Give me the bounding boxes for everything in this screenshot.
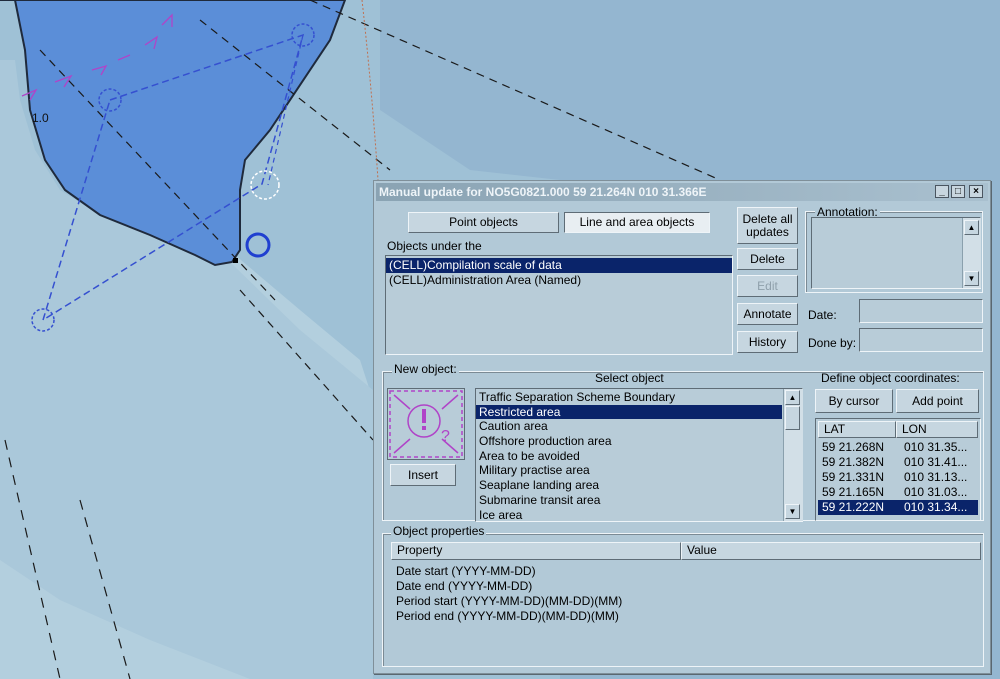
depth-label: 1.0 — [32, 111, 49, 125]
dialog-title: Manual update for NO5G0821.000 59 21.264… — [379, 185, 707, 199]
manual-update-dialog: Manual update for NO5G0821.000 59 21.264… — [373, 180, 991, 674]
annotation-textarea[interactable]: ▲ ▼ — [811, 217, 981, 289]
select-object-label: Select object — [595, 371, 664, 385]
object-under-item[interactable]: (CELL)Administration Area (Named) — [386, 273, 732, 288]
coordinate-row[interactable]: 59 21.331N 010 31.13... — [818, 470, 978, 485]
lat-cell: 59 21.222N — [822, 500, 885, 514]
property-row[interactable]: Date end (YYYY-MM-DD) — [396, 579, 532, 593]
property-row[interactable]: Date start (YYYY-MM-DD) — [396, 564, 536, 578]
object-type-items: Traffic Separation Scheme Boundary Restri… — [476, 389, 782, 522]
minimize-button[interactable]: _ — [935, 185, 949, 198]
insert-button[interactable]: Insert — [390, 464, 456, 486]
scroll-thumb[interactable] — [785, 406, 800, 430]
annotate-button[interactable]: Annotate — [737, 303, 798, 325]
define-coordinates-label: Define object coordinates: — [821, 371, 960, 385]
coordinate-row[interactable]: 59 21.165N 010 31.03... — [818, 485, 978, 500]
new-object-label: New object: — [392, 362, 459, 376]
object-type-item[interactable]: Military practise area — [476, 463, 782, 478]
delete-all-label: Delete all — [742, 211, 793, 226]
lon-cell: 010 31.13... — [904, 470, 968, 484]
object-type-item[interactable]: Offshore production area — [476, 434, 782, 449]
lon-cell: 010 31.34... — [904, 500, 968, 514]
date-field[interactable] — [859, 299, 983, 323]
object-type-item[interactable]: Ice area — [476, 508, 782, 523]
svg-text:?: ? — [441, 428, 450, 445]
object-list-scrollbar[interactable]: ▲ ▼ — [783, 389, 803, 521]
object-type-item[interactable]: Submarine transit area — [476, 493, 782, 508]
property-row[interactable]: Period start (YYYY-MM-DD)(MM-DD)(MM) — [396, 594, 622, 608]
objects-under-label: Objects under the — [387, 239, 482, 253]
lat-cell: 59 21.268N — [822, 440, 885, 454]
close-button[interactable]: × — [969, 185, 983, 198]
object-type-item[interactable]: Caution area — [476, 419, 782, 434]
point-objects-button[interactable]: Point objects — [408, 212, 559, 233]
object-type-item[interactable]: Seaplane landing area — [476, 478, 782, 493]
annotation-scrollbar[interactable]: ▲ ▼ — [962, 218, 981, 288]
coordinate-row[interactable]: 59 21.382N 010 31.41... — [818, 455, 978, 470]
object-preview: ? — [387, 388, 465, 460]
object-type-list[interactable]: Traffic Separation Scheme Boundary Restri… — [475, 388, 803, 522]
object-type-item[interactable]: Traffic Separation Scheme Boundary — [476, 390, 782, 405]
scroll-up-icon[interactable]: ▲ — [964, 220, 979, 235]
lat-cell: 59 21.331N — [822, 470, 885, 484]
coordinates-table[interactable]: LAT LON 59 21.268N 010 31.35... 59 21.382N… — [815, 418, 981, 521]
scroll-down-icon[interactable]: ▼ — [964, 271, 979, 286]
lat-cell: 59 21.382N — [822, 455, 885, 469]
object-under-item[interactable]: (CELL)Compilation scale of data — [386, 258, 732, 273]
edit-button[interactable]: Edit — [737, 275, 798, 297]
value-column-header[interactable]: Value — [681, 542, 981, 560]
object-properties-label: Object properties — [391, 524, 487, 538]
object-type-item[interactable]: Restricted area — [476, 404, 782, 420]
objects-under-items: (CELL)Compilation scale of data (CELL)Adm… — [386, 256, 732, 288]
delete-button[interactable]: Delete — [737, 248, 798, 270]
lon-cell: 010 31.35... — [904, 440, 968, 454]
scroll-down-icon[interactable]: ▼ — [785, 504, 800, 519]
line-area-objects-button[interactable]: Line and area objects — [564, 212, 710, 233]
lon-column-header[interactable]: LON — [896, 421, 978, 438]
done-by-field[interactable] — [859, 328, 983, 352]
property-column-header[interactable]: Property — [391, 542, 681, 560]
maximize-button[interactable]: □ — [951, 185, 965, 198]
objects-under-list[interactable]: (CELL)Compilation scale of data (CELL)Adm… — [385, 255, 733, 355]
title-bar[interactable]: Manual update for NO5G0821.000 59 21.264… — [376, 183, 988, 201]
scroll-up-icon[interactable]: ▲ — [785, 390, 800, 405]
lat-cell: 59 21.165N — [822, 485, 885, 499]
property-row[interactable]: Period end (YYYY-MM-DD)(MM-DD)(MM) — [396, 609, 619, 623]
lon-cell: 010 31.03... — [904, 485, 968, 499]
updates-label: updates — [746, 224, 789, 239]
restricted-area-symbol-icon: ? — [389, 390, 463, 458]
lon-cell: 010 31.41... — [904, 455, 968, 469]
date-label: Date: — [808, 308, 837, 322]
coordinate-rows: 59 21.268N 010 31.35... 59 21.382N 010 31.4… — [818, 440, 978, 515]
object-type-item[interactable]: Area to be avoided — [476, 449, 782, 464]
history-button[interactable]: History — [737, 331, 798, 353]
add-point-button[interactable]: Add point — [896, 389, 979, 413]
coordinate-row[interactable]: 59 21.222N 010 31.34... — [818, 500, 978, 515]
by-cursor-button[interactable]: By cursor — [815, 389, 893, 413]
done-by-label: Done by: — [808, 336, 857, 350]
lat-column-header[interactable]: LAT — [818, 421, 896, 438]
coordinate-row[interactable]: 59 21.268N 010 31.35... — [818, 440, 978, 455]
delete-all-updates-button[interactable]: Delete all updates — [737, 207, 798, 244]
position-marker — [233, 258, 238, 263]
